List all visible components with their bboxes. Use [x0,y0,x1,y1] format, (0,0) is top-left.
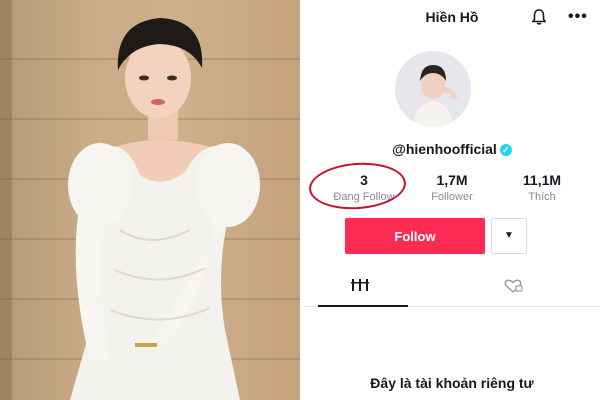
follow-button[interactable]: Follow [345,218,485,254]
handle-text: @hienhoofficial [392,141,497,157]
verified-badge-icon: ✓ [499,144,512,156]
bell-icon[interactable] [530,8,548,26]
likes-stat: 11,1M Thích [497,172,587,203]
liked-videos-icon[interactable] [501,278,525,294]
highlight-circle-annotation [307,159,408,213]
private-account-notice: Đây là tài khoản riêng tư [370,375,534,391]
woman-illustration [68,18,260,400]
followers-label: Follower [431,191,473,203]
more-options-icon[interactable]: ••• [568,8,588,26]
tiktok-profile-screen: Hiền Hồ ••• @hienhoofficial ✓ 3 Đang Foll… [304,0,600,400]
avatar[interactable] [395,51,471,127]
profile-photo [0,0,300,400]
likes-count: 11,1M [522,172,562,188]
videos-grid-icon[interactable] [348,278,372,294]
followers-count: 1,7M [436,172,468,188]
suggested-accounts-dropdown-button[interactable]: ▼ [491,218,527,254]
top-bar: Hiền Hồ ••• [304,0,600,36]
avatar-photo [395,51,471,127]
likes-label: Thích [528,191,556,203]
profile-username: Hiền Hồ [425,9,479,25]
followers-stat[interactable]: 1,7M Follower [407,172,497,203]
profile-handle: @hienhoofficial ✓ [304,141,600,157]
active-tab-indicator [318,305,408,307]
